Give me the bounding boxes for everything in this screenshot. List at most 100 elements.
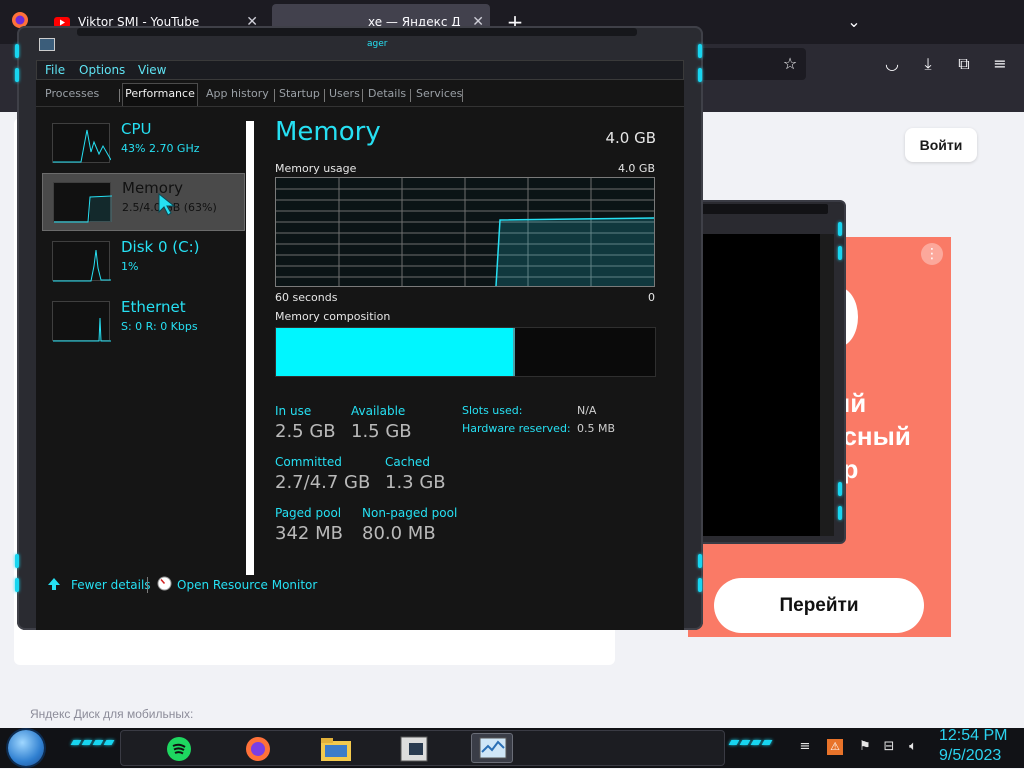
tab-separator [274, 89, 275, 102]
resource-name: CPU [121, 120, 152, 138]
slots-used-value: N/A [577, 404, 597, 417]
notepad-taskbar-button[interactable] [393, 733, 435, 763]
volume-icon[interactable]: 🔈︎ [905, 739, 921, 755]
resource-summary: S: 0 R: 0 Kbps [121, 320, 198, 333]
decor-led [15, 554, 19, 568]
resource-item-cpu[interactable]: CPU 43% 2.70 GHz [42, 115, 245, 173]
resource-list: CPU 43% 2.70 GHz Memory 2.5/4.0 GB (63%)… [36, 107, 261, 575]
chevron-up-icon[interactable] [47, 577, 61, 591]
committed-value: 2.7/4.7 GB [275, 472, 371, 493]
decor-led [838, 222, 842, 236]
background-window[interactable] [686, 200, 846, 544]
decor-led [838, 506, 842, 520]
detail-total: 4.0 GB [605, 129, 656, 147]
pocket-icon[interactable]: ◡ [882, 54, 902, 74]
fewer-details-link[interactable]: Fewer details [71, 578, 151, 592]
ad-line: асный [828, 421, 911, 451]
tab-performance[interactable]: Performance [122, 83, 198, 106]
tab-app-history[interactable]: App history [206, 87, 269, 100]
scrollbar[interactable] [820, 234, 834, 536]
available-value: 1.5 GB [351, 421, 412, 442]
firefox-taskbar-button[interactable] [237, 733, 279, 763]
in-use-value: 2.5 GB [275, 421, 336, 442]
clock-time[interactable]: 12:54 PM [939, 727, 1007, 745]
tab-separator [462, 89, 463, 102]
clock-date[interactable]: 9/5/2023 [939, 747, 1001, 765]
tab-strip: Processes Performance App history Startu… [36, 80, 684, 106]
menu-file[interactable]: File [45, 63, 65, 77]
memory-detail: Memory 4.0 GB Memory usage 4.0 GB 60 sec… [273, 107, 673, 567]
task-manager-window[interactable]: ager File Options View Processes Perform… [15, 26, 703, 630]
resource-monitor-icon [157, 576, 172, 591]
usage-label: Memory usage [275, 162, 357, 175]
composition-in-use [276, 328, 515, 376]
paged-pool-value: 342 MB [275, 523, 343, 544]
ad-go-button[interactable]: Перейти [714, 578, 924, 633]
download-icon[interactable]: ⤓ [918, 54, 938, 74]
file-explorer-taskbar-button[interactable] [315, 733, 357, 763]
disk-mini-graph [52, 241, 111, 282]
menu-view[interactable]: View [138, 63, 166, 77]
more-options-icon[interactable]: ⋮ [921, 243, 943, 265]
show-desktop-icon[interactable]: ≡ [797, 739, 813, 755]
flag-icon[interactable]: ⚑ [857, 739, 873, 755]
nonpaged-pool-value: 80.0 MB [362, 523, 436, 544]
task-manager-taskbar-button[interactable] [471, 733, 513, 763]
tray-app-icon[interactable]: ⚠ [827, 739, 843, 755]
paged-pool-label: Paged pool [275, 506, 342, 520]
performance-pane: CPU 43% 2.70 GHz Memory 2.5/4.0 GB (63%)… [36, 106, 684, 630]
ad-text: ый асный ер [828, 387, 951, 486]
cpu-mini-graph [52, 123, 111, 163]
overlay-tag: ager [367, 39, 388, 49]
hw-reserved-label: Hardware reserved: [462, 422, 571, 435]
login-button[interactable]: Войти [905, 128, 977, 162]
window-header [698, 204, 828, 214]
resource-summary: 1% [121, 260, 139, 273]
network-icon[interactable]: ⊟ [881, 739, 897, 755]
start-button[interactable] [8, 730, 44, 766]
memory-composition-bar [275, 327, 656, 377]
extensions-icon[interactable]: ⧉ [954, 54, 974, 74]
decor-led [698, 578, 702, 592]
url-bar[interactable]: ☆ [700, 48, 806, 80]
decor-led [838, 246, 842, 260]
tab-separator [119, 89, 120, 102]
usage-max: 4.0 GB [617, 162, 655, 175]
decor-led [15, 578, 19, 592]
menu-icon[interactable]: ≡ [990, 54, 1010, 74]
decor-led [15, 44, 19, 58]
tab-users[interactable]: Users [329, 87, 360, 100]
menu-options[interactable]: Options [79, 63, 125, 77]
decor-led [698, 68, 702, 82]
spotify-taskbar-button[interactable] [158, 733, 200, 763]
tab-details[interactable]: Details [368, 87, 406, 100]
ad-line: ый [828, 388, 867, 418]
tab-startup[interactable]: Startup [279, 87, 320, 100]
resource-item-ethernet[interactable]: Ethernet S: 0 R: 0 Kbps [42, 293, 245, 351]
taskbar-decor-leds [728, 740, 773, 746]
cached-label: Cached [385, 455, 430, 469]
decor-led [698, 44, 702, 58]
tab-processes[interactable]: Processes [45, 87, 99, 100]
tab-services[interactable]: Services [416, 87, 462, 100]
graph-time-right: 0 [648, 291, 655, 304]
pane-splitter[interactable] [246, 121, 254, 575]
in-use-label: In use [275, 404, 312, 418]
window-frame [77, 28, 637, 36]
nonpaged-pool-label: Non-paged pool [362, 506, 458, 520]
bookmark-star-icon[interactable]: ☆ [780, 54, 800, 74]
mouse-cursor-icon [158, 192, 176, 216]
resource-item-disk[interactable]: Disk 0 (C:) 1% [42, 233, 245, 291]
document-icon [400, 736, 428, 762]
resource-name: Disk 0 (C:) [121, 238, 200, 256]
task-manager-icon [39, 38, 55, 51]
resource-item-memory[interactable]: Memory 2.5/4.0 GB (63%) [42, 173, 245, 231]
decor-led [15, 68, 19, 82]
open-resource-monitor-link[interactable]: Open Resource Monitor [177, 578, 317, 592]
chevron-down-icon[interactable]: ⌄ [844, 12, 864, 32]
taskbar-decor-leds [70, 740, 115, 746]
menu-bar: File Options View [36, 60, 684, 80]
ethernet-mini-graph [52, 301, 111, 342]
composition-label: Memory composition [275, 310, 391, 323]
decor-led [838, 482, 842, 496]
